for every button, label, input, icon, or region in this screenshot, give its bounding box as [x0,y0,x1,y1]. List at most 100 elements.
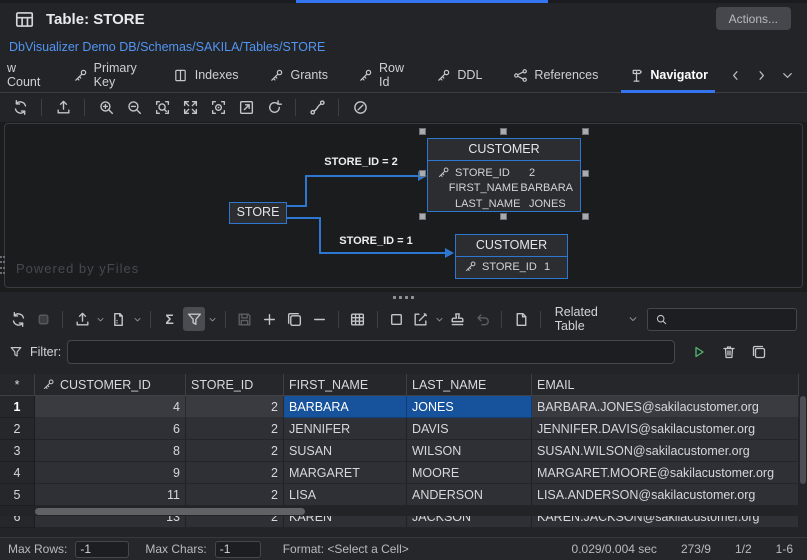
compass-icon[interactable] [348,95,372,119]
stamp-icon[interactable] [447,307,469,331]
tab-scroll-controls [723,58,807,92]
focus-node-icon[interactable] [206,95,230,119]
horizontal-scrollbar[interactable] [0,506,799,516]
toolbar-separator [540,311,541,328]
chevron-down-icon[interactable] [775,63,799,87]
zoom-selection-icon[interactable] [150,95,174,119]
export-icon[interactable] [71,307,93,331]
selection-handle[interactable] [419,128,426,135]
scrollbar-thumb[interactable] [800,396,806,484]
panel-splitter[interactable] [0,292,807,302]
breadcrumb-link[interactable]: DbVisualizer Demo DB/Schemas/SAKILA/Tabl… [9,40,325,54]
tab-row-id[interactable]: Row Id [343,58,420,92]
column-header-rownum[interactable]: * [0,374,35,396]
apply-filter-icon[interactable] [687,340,711,364]
stop-icon[interactable] [33,307,55,331]
chevron-down-icon[interactable] [435,310,444,328]
actions-button[interactable]: Actions... [716,7,791,30]
node-fields: STORE_ID 2 FIRST_NAME BARBARA LAST_NAME … [428,160,580,217]
chevron-left-icon[interactable] [723,63,747,87]
fit-content-icon[interactable] [178,95,202,119]
refresh-icon[interactable] [8,307,30,331]
column-header-first-name[interactable]: FIRST_NAME [284,374,407,396]
selected-cell[interactable]: JONES [407,396,532,418]
branch-icon[interactable] [305,95,329,119]
column-header-email[interactable]: EMAIL [532,374,799,396]
filter-input[interactable] [67,340,675,364]
new-document-icon[interactable] [510,307,532,331]
related-table-dropdown[interactable]: Related Table [549,305,644,333]
tab-indexes[interactable]: Indexes [158,58,254,92]
column-header-last-name[interactable]: LAST_NAME [407,374,532,396]
copy-filter-icon[interactable] [747,340,771,364]
table-row[interactable]: 1 4 2 BARBARA JONES BARBARA.JONES@sakila… [0,396,799,418]
export-image-icon[interactable] [51,95,75,119]
chevron-down-icon[interactable] [96,310,105,328]
vertical-scrollbar[interactable] [799,374,807,506]
node-fields: STORE_ID 1 [456,256,567,278]
scrollbar-thumb[interactable] [35,508,305,515]
filter-icon[interactable] [183,307,205,331]
grid-search-input[interactable] [673,311,791,327]
delete-row-icon[interactable] [308,307,330,331]
filter-label: Filter: [30,345,61,359]
diagram-node-customer-1[interactable]: CUSTOMER STORE_ID 1 [455,234,568,279]
grid-search-box[interactable] [647,308,797,331]
result-count: 273/9 [681,542,711,556]
toolbar-separator [338,311,339,328]
max-rows-input[interactable] [75,541,129,558]
table-row[interactable]: 4 9 2 MARGARET MOORE MARGARET.MOORE@saki… [0,462,799,484]
tab-ddl[interactable]: DDL [420,58,497,92]
chevron-right-icon[interactable] [749,63,773,87]
tab-grants[interactable]: Grants [254,58,344,92]
toolbar-separator [501,311,502,328]
tab-primary-key[interactable]: Primary Key [58,58,158,92]
table-grid-icon[interactable] [347,307,369,331]
selection-handle[interactable] [419,213,426,220]
column-header-customer-id[interactable]: CUSTOMER_ID [35,374,186,396]
key-icon [462,259,478,275]
node-field: LAST_NAME JONES [435,196,573,212]
relayout-icon[interactable] [262,95,286,119]
references-icon [512,67,528,83]
selection-handle[interactable] [419,170,426,177]
max-chars-input[interactable] [215,541,261,558]
aggregate-sigma-icon[interactable]: Σ [159,307,181,331]
tab-references[interactable]: References [497,58,613,92]
undo-icon[interactable] [472,307,494,331]
open-in-window-icon[interactable] [234,95,258,119]
selection-handle[interactable] [500,128,507,135]
table-row[interactable]: 2 6 2 JENNIFER DAVIS JENNIFER.DAVIS@saki… [0,418,799,440]
refresh-icon[interactable] [8,95,32,119]
tab-row-count[interactable]: w Count [0,58,58,92]
row-range: 1-6 [776,542,793,556]
save-icon[interactable] [234,307,256,331]
chevron-down-icon[interactable] [133,310,142,328]
execution-time: 0.029/0.004 sec [572,542,657,556]
script-document-icon[interactable] [108,307,130,331]
column-header-store-id[interactable]: STORE_ID [186,374,284,396]
selected-cell[interactable]: BARBARA [284,396,407,418]
key-icon [40,377,56,393]
chevron-down-icon[interactable] [208,310,217,328]
selection-handle[interactable] [500,213,507,220]
edge-label: STORE_ID = 1 [339,235,412,247]
duplicate-row-icon[interactable] [283,307,305,331]
selection-handle[interactable] [582,170,589,177]
edit-cell-icon[interactable] [410,307,432,331]
select-cell-icon[interactable] [385,307,407,331]
table-row[interactable]: 5 11 2 LISA ANDERSON LISA.ANDERSON@sakil… [0,484,799,506]
table-row[interactable]: 3 8 2 SUSAN WILSON SUSAN.WILSON@sakilacu… [0,440,799,462]
diagram-node-store[interactable]: STORE [229,202,287,224]
chevron-down-icon [628,310,638,328]
clear-filter-icon[interactable] [717,340,741,364]
selection-handle[interactable] [582,128,589,135]
tabs: w Count Primary Key Indexes Grants Row I… [0,58,723,92]
toolbar-separator [225,311,226,328]
zoom-in-icon[interactable] [94,95,118,119]
insert-row-icon[interactable] [259,307,281,331]
tab-navigator[interactable]: Navigator [613,58,723,92]
selection-handle[interactable] [582,213,589,220]
zoom-out-icon[interactable] [122,95,146,119]
diagram-node-customer-2[interactable]: CUSTOMER STORE_ID 2 FIRST_NAME BARBARA L… [427,138,581,212]
